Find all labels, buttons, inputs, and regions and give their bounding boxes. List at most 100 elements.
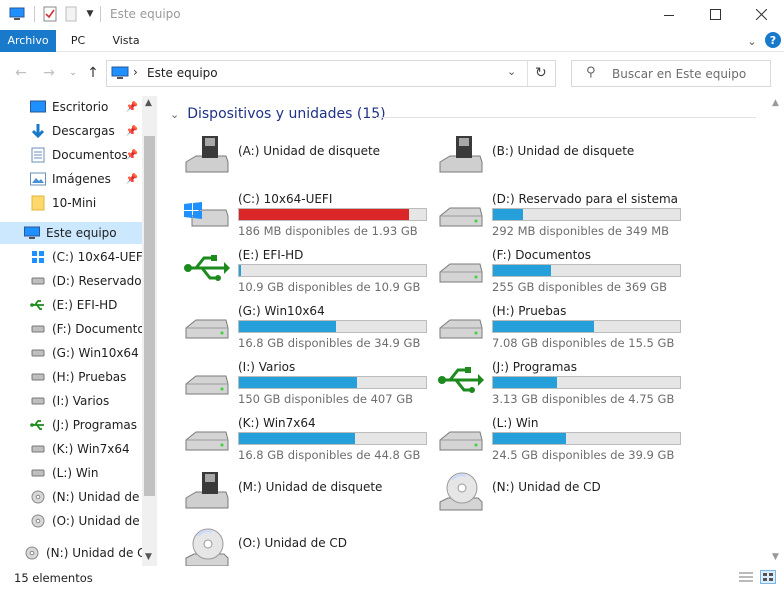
chevron-down-icon[interactable]: ⌄ [170,108,179,121]
sidebar-item-network-cd[interactable]: (N:) Unidad de CD [24,542,142,564]
expand-ribbon-icon[interactable]: ⌄ [744,33,760,49]
content-pane: ⌄ Dispositivos y unidades (15) (A:) Unid… [160,96,768,566]
device-tile[interactable]: (B:) Unidad de disquete [436,132,686,188]
device-tile[interactable]: (D:) Reservado para el sistema 292 MB dis… [436,188,686,244]
capacity-bar [492,320,681,333]
hdd-icon [30,321,46,337]
large-icons-view-icon[interactable] [760,570,776,584]
forward-icon[interactable]: → [40,64,58,82]
capacity-fill [493,265,551,276]
capacity-fill [493,321,594,332]
sidebar-scrollbar[interactable]: ▲ ▼ [142,96,157,566]
up-icon[interactable]: ↑ [84,64,102,82]
device-tile[interactable]: (J:) Programas 3.13 GB disponibles de 4.7… [436,356,686,412]
group-header[interactable]: ⌄ Dispositivos y unidades (15) [170,106,386,122]
sidebar-item-drive-f[interactable]: (F:) Documentos [30,318,142,340]
device-tile[interactable]: (A:) Unidad de disquete [182,132,432,188]
divider-icon [99,5,103,23]
capacity-fill [239,321,337,332]
sidebar-item-drive-g[interactable]: (G:) Win10x64 [30,342,142,364]
hdd-icon [182,356,232,402]
sidebar-item-drive-e[interactable]: (E:) EFI-HD [30,294,142,316]
scroll-down-icon[interactable]: ▼ [772,552,779,562]
capacity-fill [493,433,566,444]
breadcrumb[interactable]: Este equipo [147,66,218,80]
chevron-down-icon[interactable]: ⌄ [507,65,516,78]
capacity-bar [492,432,681,445]
status-bar: 15 elementos [0,566,784,589]
tab-pc[interactable]: PC [58,30,98,52]
recent-locations-icon[interactable]: ⌄ [64,64,82,82]
device-tile[interactable]: (F:) Documentos 255 GB disponibles de 369… [436,244,686,300]
usb-icon [30,297,46,313]
device-tile[interactable]: (K:) Win7x64 16.8 GB disponibles de 44.8 … [182,412,432,468]
sidebar-item-drive-c[interactable]: (C:) 10x64-UEFI [30,246,142,268]
new-folder-icon[interactable] [64,5,78,23]
device-free-space: 150 GB disponibles de 407 GB [238,392,414,406]
device-tile[interactable]: (N:) Unidad de CD [436,468,686,524]
address-bar[interactable]: › Este equipo ⌄ ↻ [106,60,556,87]
computer-icon[interactable] [8,5,26,23]
sidebar-item-10-mini[interactable]: 10-Mini [30,192,142,214]
sidebar-item-drive-j[interactable]: (J:) Programas [30,414,142,436]
cd-icon [436,468,486,514]
hdd-icon [30,273,46,289]
sidebar-item-drive-i[interactable]: (I:) Varios [30,390,142,412]
pin-icon[interactable]: 📌 [126,125,138,137]
properties-icon[interactable] [42,5,58,23]
device-tile[interactable]: (L:) Win 24.5 GB disponibles de 39.9 GB [436,412,686,468]
content-scrollbar[interactable]: ▲ ▼ [768,96,784,566]
scroll-down-icon[interactable]: ▼ [145,552,152,562]
capacity-bar [238,208,427,221]
scroll-up-icon[interactable]: ▲ [772,98,779,108]
sidebar-item-drive-d[interactable]: (D:) Reservado p [30,270,142,292]
capacity-fill [239,209,410,220]
sidebar-item-drive-k[interactable]: (K:) Win7x64 [30,438,142,460]
pin-icon[interactable]: 📌 [126,173,138,185]
device-tile[interactable]: (H:) Pruebas 7.08 GB disponibles de 15.5 … [436,300,686,356]
pin-icon[interactable]: 📌 [126,101,138,113]
device-name: (D:) Reservado para el sistema [492,192,679,206]
tab-vista[interactable]: Vista [102,30,150,52]
device-name: (C:) 10x64-UEFI [238,192,333,206]
chevron-right-icon[interactable]: › [133,65,138,79]
sidebar-item-drive-h[interactable]: (H:) Pruebas [30,366,142,388]
device-tile[interactable]: (I:) Varios 150 GB disponibles de 407 GB [182,356,432,412]
device-name: (J:) Programas [492,360,577,374]
scrollbar-thumb[interactable] [144,136,155,496]
sidebar-item-drive-o[interactable]: (O:) Unidad de C [30,510,142,532]
pin-icon[interactable]: 📌 [126,149,138,161]
usb-icon [30,417,46,433]
device-tile[interactable]: (O:) Unidad de CD [182,524,432,566]
details-view-icon[interactable] [738,571,754,583]
close-button[interactable] [738,0,784,29]
documents-icon [30,147,46,163]
sidebar-item-drive-l[interactable]: (L:) Win [30,462,142,484]
sidebar-item-este-equipo[interactable]: Este equipo [0,222,142,244]
maximize-button[interactable] [692,0,738,29]
capacity-bar [238,376,427,389]
back-icon[interactable]: ← [12,64,30,82]
customize-toolbar-icon[interactable]: ▼ [84,5,96,23]
device-tile[interactable]: (G:) Win10x64 16.8 GB disponibles de 34.9… [182,300,432,356]
sidebar-item-drive-n[interactable]: (N:) Unidad de C [30,486,142,508]
device-tile[interactable]: (M:) Unidad de disquete [182,468,432,524]
device-name: (B:) Unidad de disquete [492,144,635,158]
windows-drive-icon [30,249,46,265]
search-box[interactable]: ⚲ Buscar en Este equipo [571,60,771,87]
search-input[interactable]: Buscar en Este equipo [612,67,746,81]
device-name: (N:) Unidad de CD [492,480,601,494]
device-tile[interactable]: (E:) EFI-HD 10.9 GB disponibles de 10.9 G… [182,244,432,300]
refresh-icon[interactable]: ↻ [535,65,547,81]
ribbon-tabs: Archivo PC Vista ⌄ ? [0,30,784,52]
capacity-fill [239,433,355,444]
windows-drive-icon [182,188,232,234]
help-icon[interactable]: ? [765,32,781,48]
device-tile[interactable]: (C:) 10x64-UEFI 186 MB disponibles de 1.9… [182,188,432,244]
address-divider [527,61,528,86]
tab-archivo[interactable]: Archivo [0,30,56,52]
title-bar: ▼ Este equipo [0,0,784,30]
capacity-bar [492,208,681,221]
minimize-button[interactable] [646,0,692,29]
scroll-up-icon[interactable]: ▲ [145,98,152,108]
